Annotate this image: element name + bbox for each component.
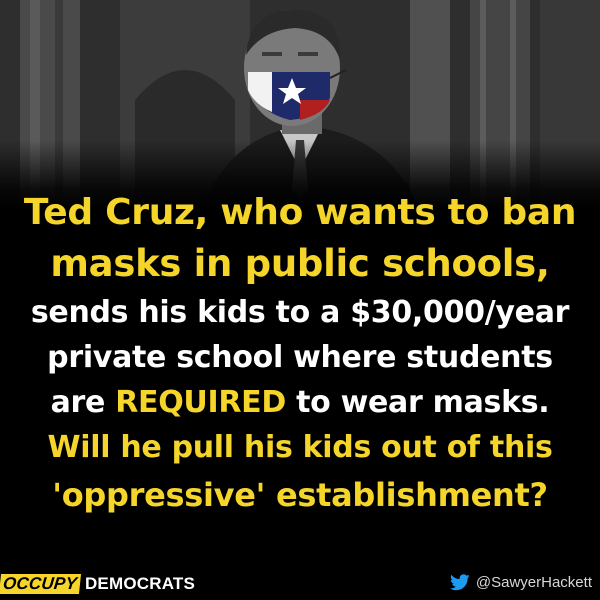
headline-line-2: masks in public schools, [50, 242, 550, 285]
twitter-handle[interactable]: @SawyerHackett [449, 574, 592, 591]
logo-democrats: DEMOCRATS [84, 574, 196, 593]
body-line-3: are REQUIRED to wear masks. [0, 380, 600, 425]
occupy-democrats-logo: OCCUPY DEMOCRATS [0, 574, 195, 594]
meme-image: Ted Cruz, who wants to ban masks in publ… [0, 0, 600, 600]
required-highlight: REQUIRED [115, 385, 286, 420]
question-line-2: 'oppressive' establishment? [52, 476, 548, 514]
footer-bar: OCCUPY DEMOCRATS @SawyerHackett [0, 568, 600, 600]
caption-text: Ted Cruz, who wants to ban masks in publ… [0, 188, 600, 519]
body-line-3-end: to wear masks. [285, 385, 550, 420]
logo-occupy: OCCUPY [0, 574, 81, 594]
headline-line-1: Ted Cruz, who wants to ban [23, 192, 577, 233]
twitter-bird-icon [449, 574, 470, 591]
handle-text: @SawyerHackett [475, 574, 592, 591]
body-line-1: sends his kids to a $30,000/year [30, 295, 570, 330]
photo-senator-masked [0, 0, 600, 210]
body-line-2: private school where students [47, 340, 553, 375]
body-line-3-start: are [50, 385, 116, 420]
question-line-1: Will he pull his kids out of this [47, 430, 553, 465]
